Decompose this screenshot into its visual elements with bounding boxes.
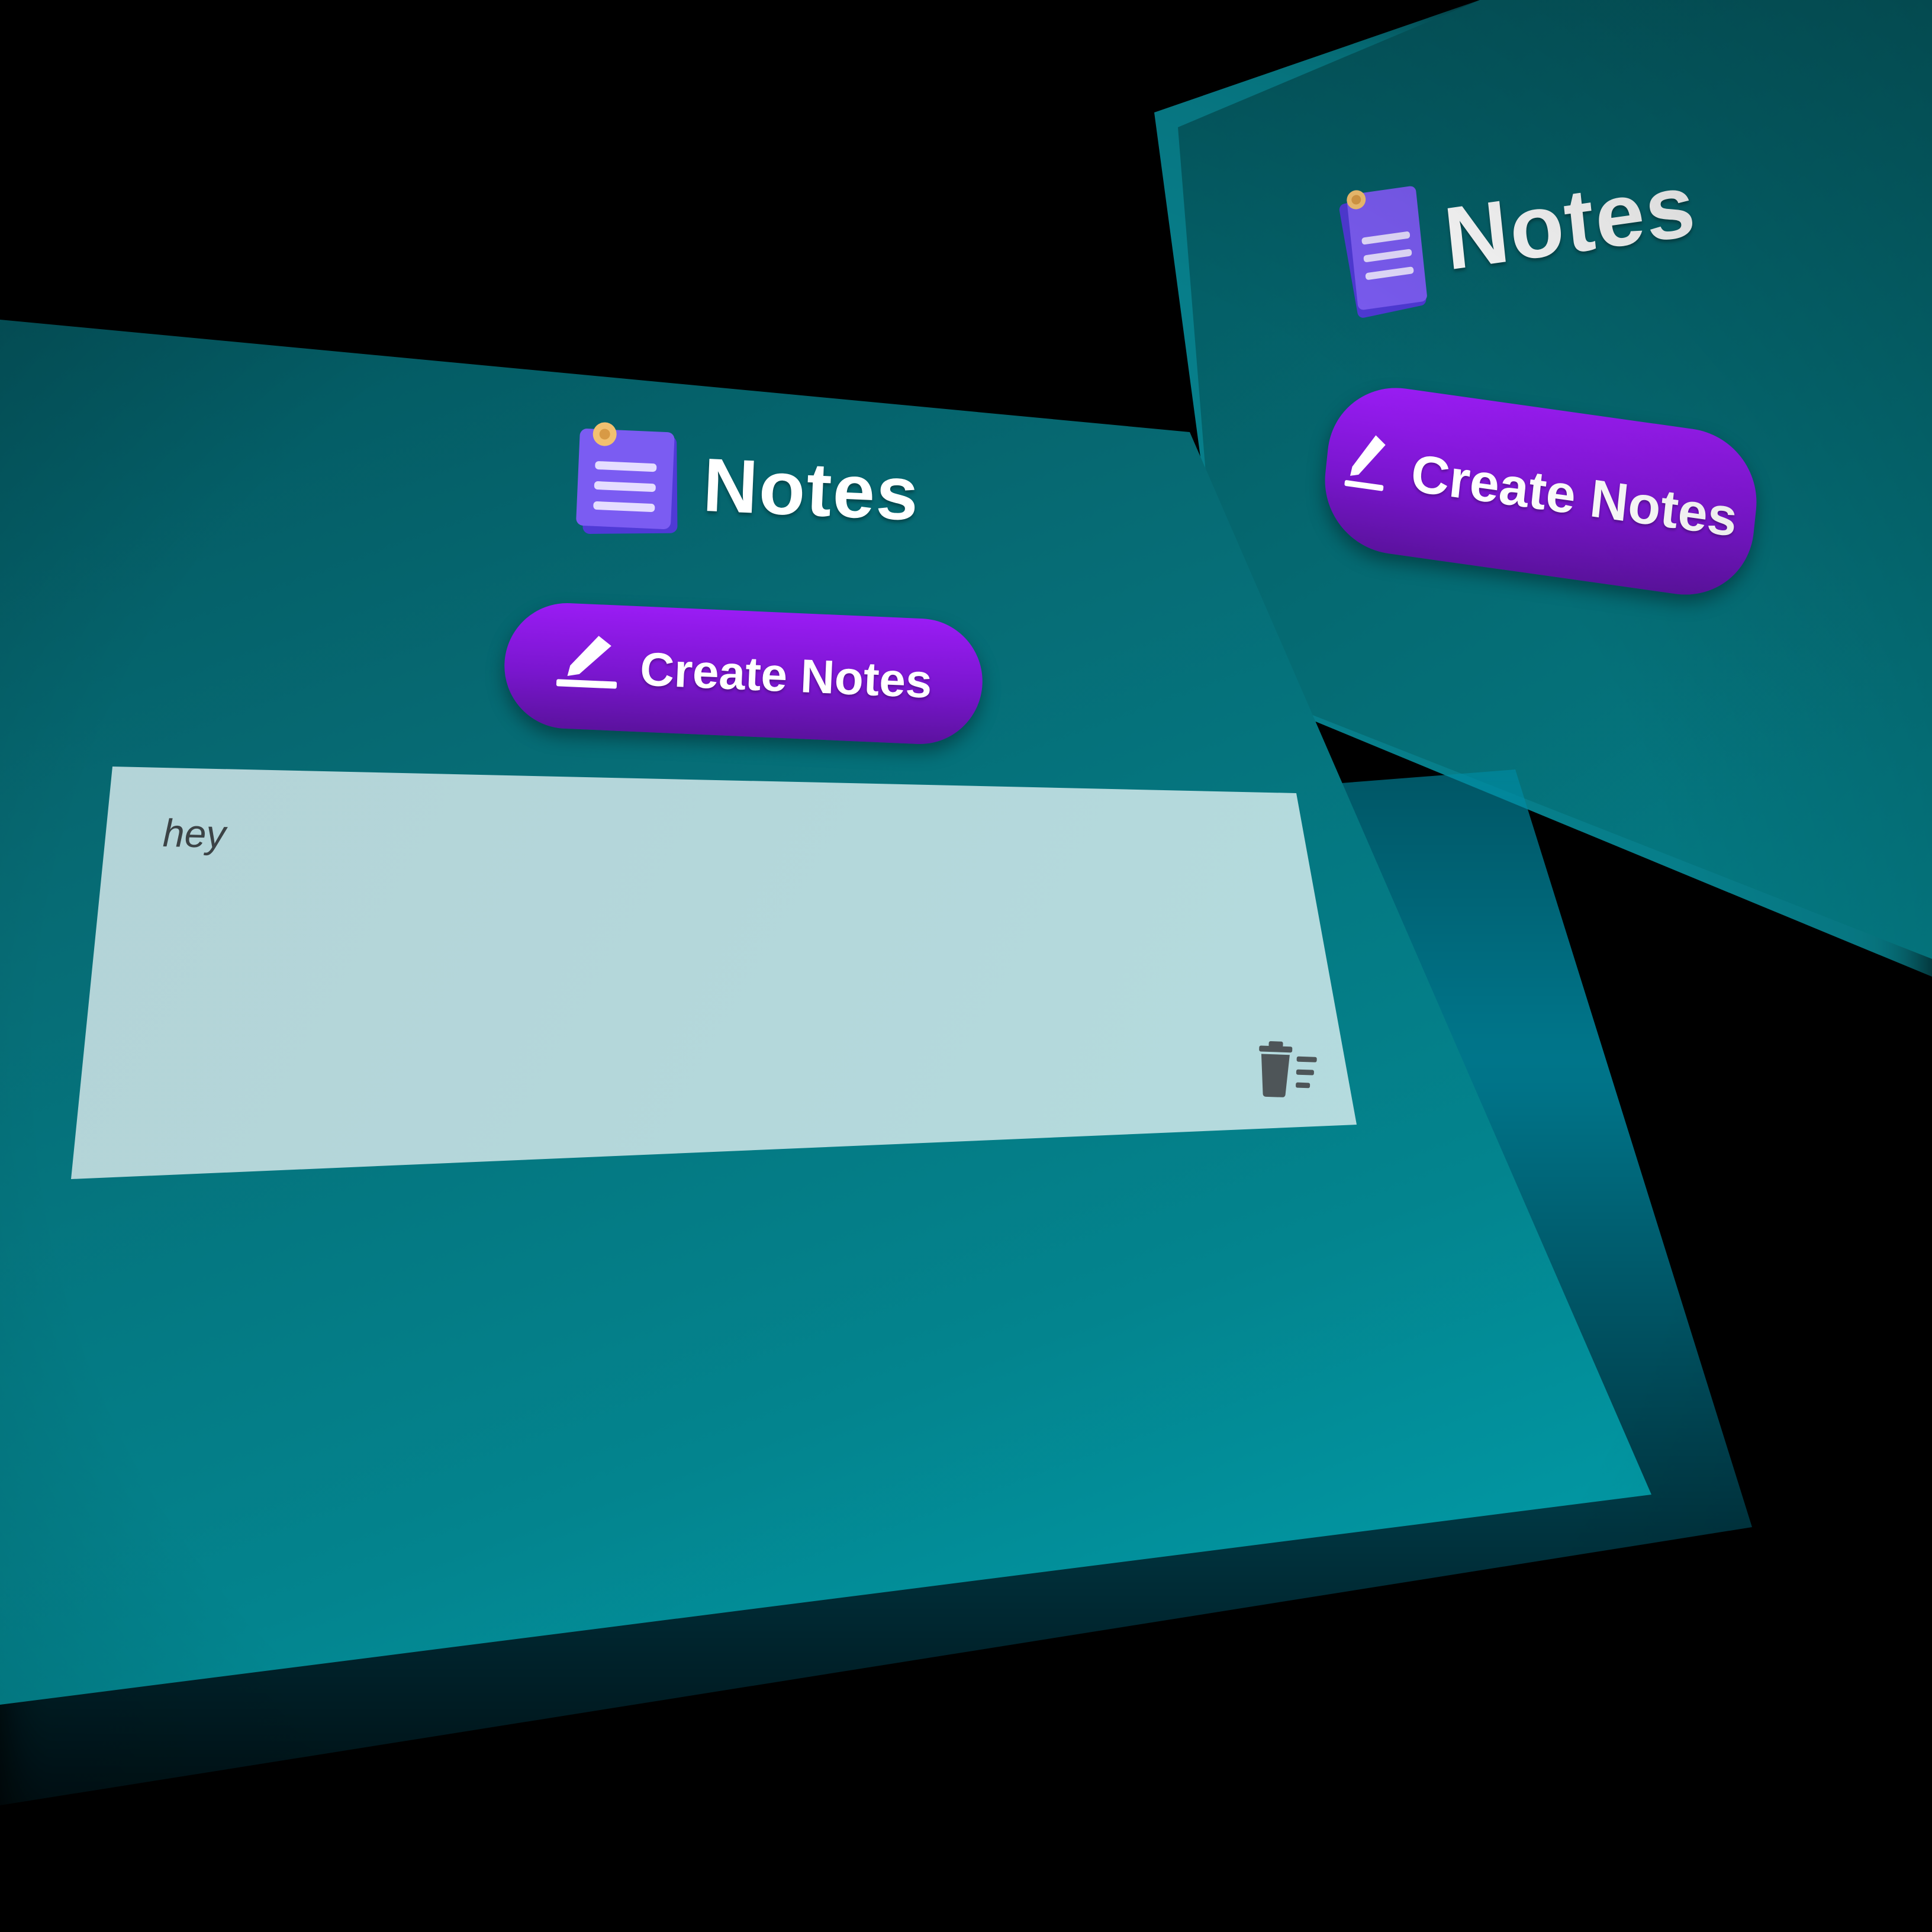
notes-icon-graphic — [576, 422, 678, 534]
app-title-back: Notes — [1440, 154, 1701, 289]
pencil-icon — [553, 632, 622, 703]
note-text[interactable]: hey — [162, 810, 226, 856]
trash-icon — [1259, 1041, 1317, 1097]
stage: Notes Create Notes Notes Create Notes he… — [0, 0, 1932, 1932]
main-header: Notes — [571, 418, 922, 555]
create-notes-button[interactable]: Create Notes — [501, 600, 986, 747]
notes-icon — [1331, 167, 1435, 329]
notes-icon — [571, 418, 688, 545]
pencil-icon — [1341, 428, 1395, 506]
create-notes-label-back: Create Notes — [1408, 443, 1740, 548]
notes-icon-graphic — [1339, 186, 1427, 318]
create-notes-label: Create Notes — [639, 642, 933, 708]
delete-note-button[interactable] — [1252, 1039, 1319, 1101]
app-title: Notes — [701, 442, 922, 537]
